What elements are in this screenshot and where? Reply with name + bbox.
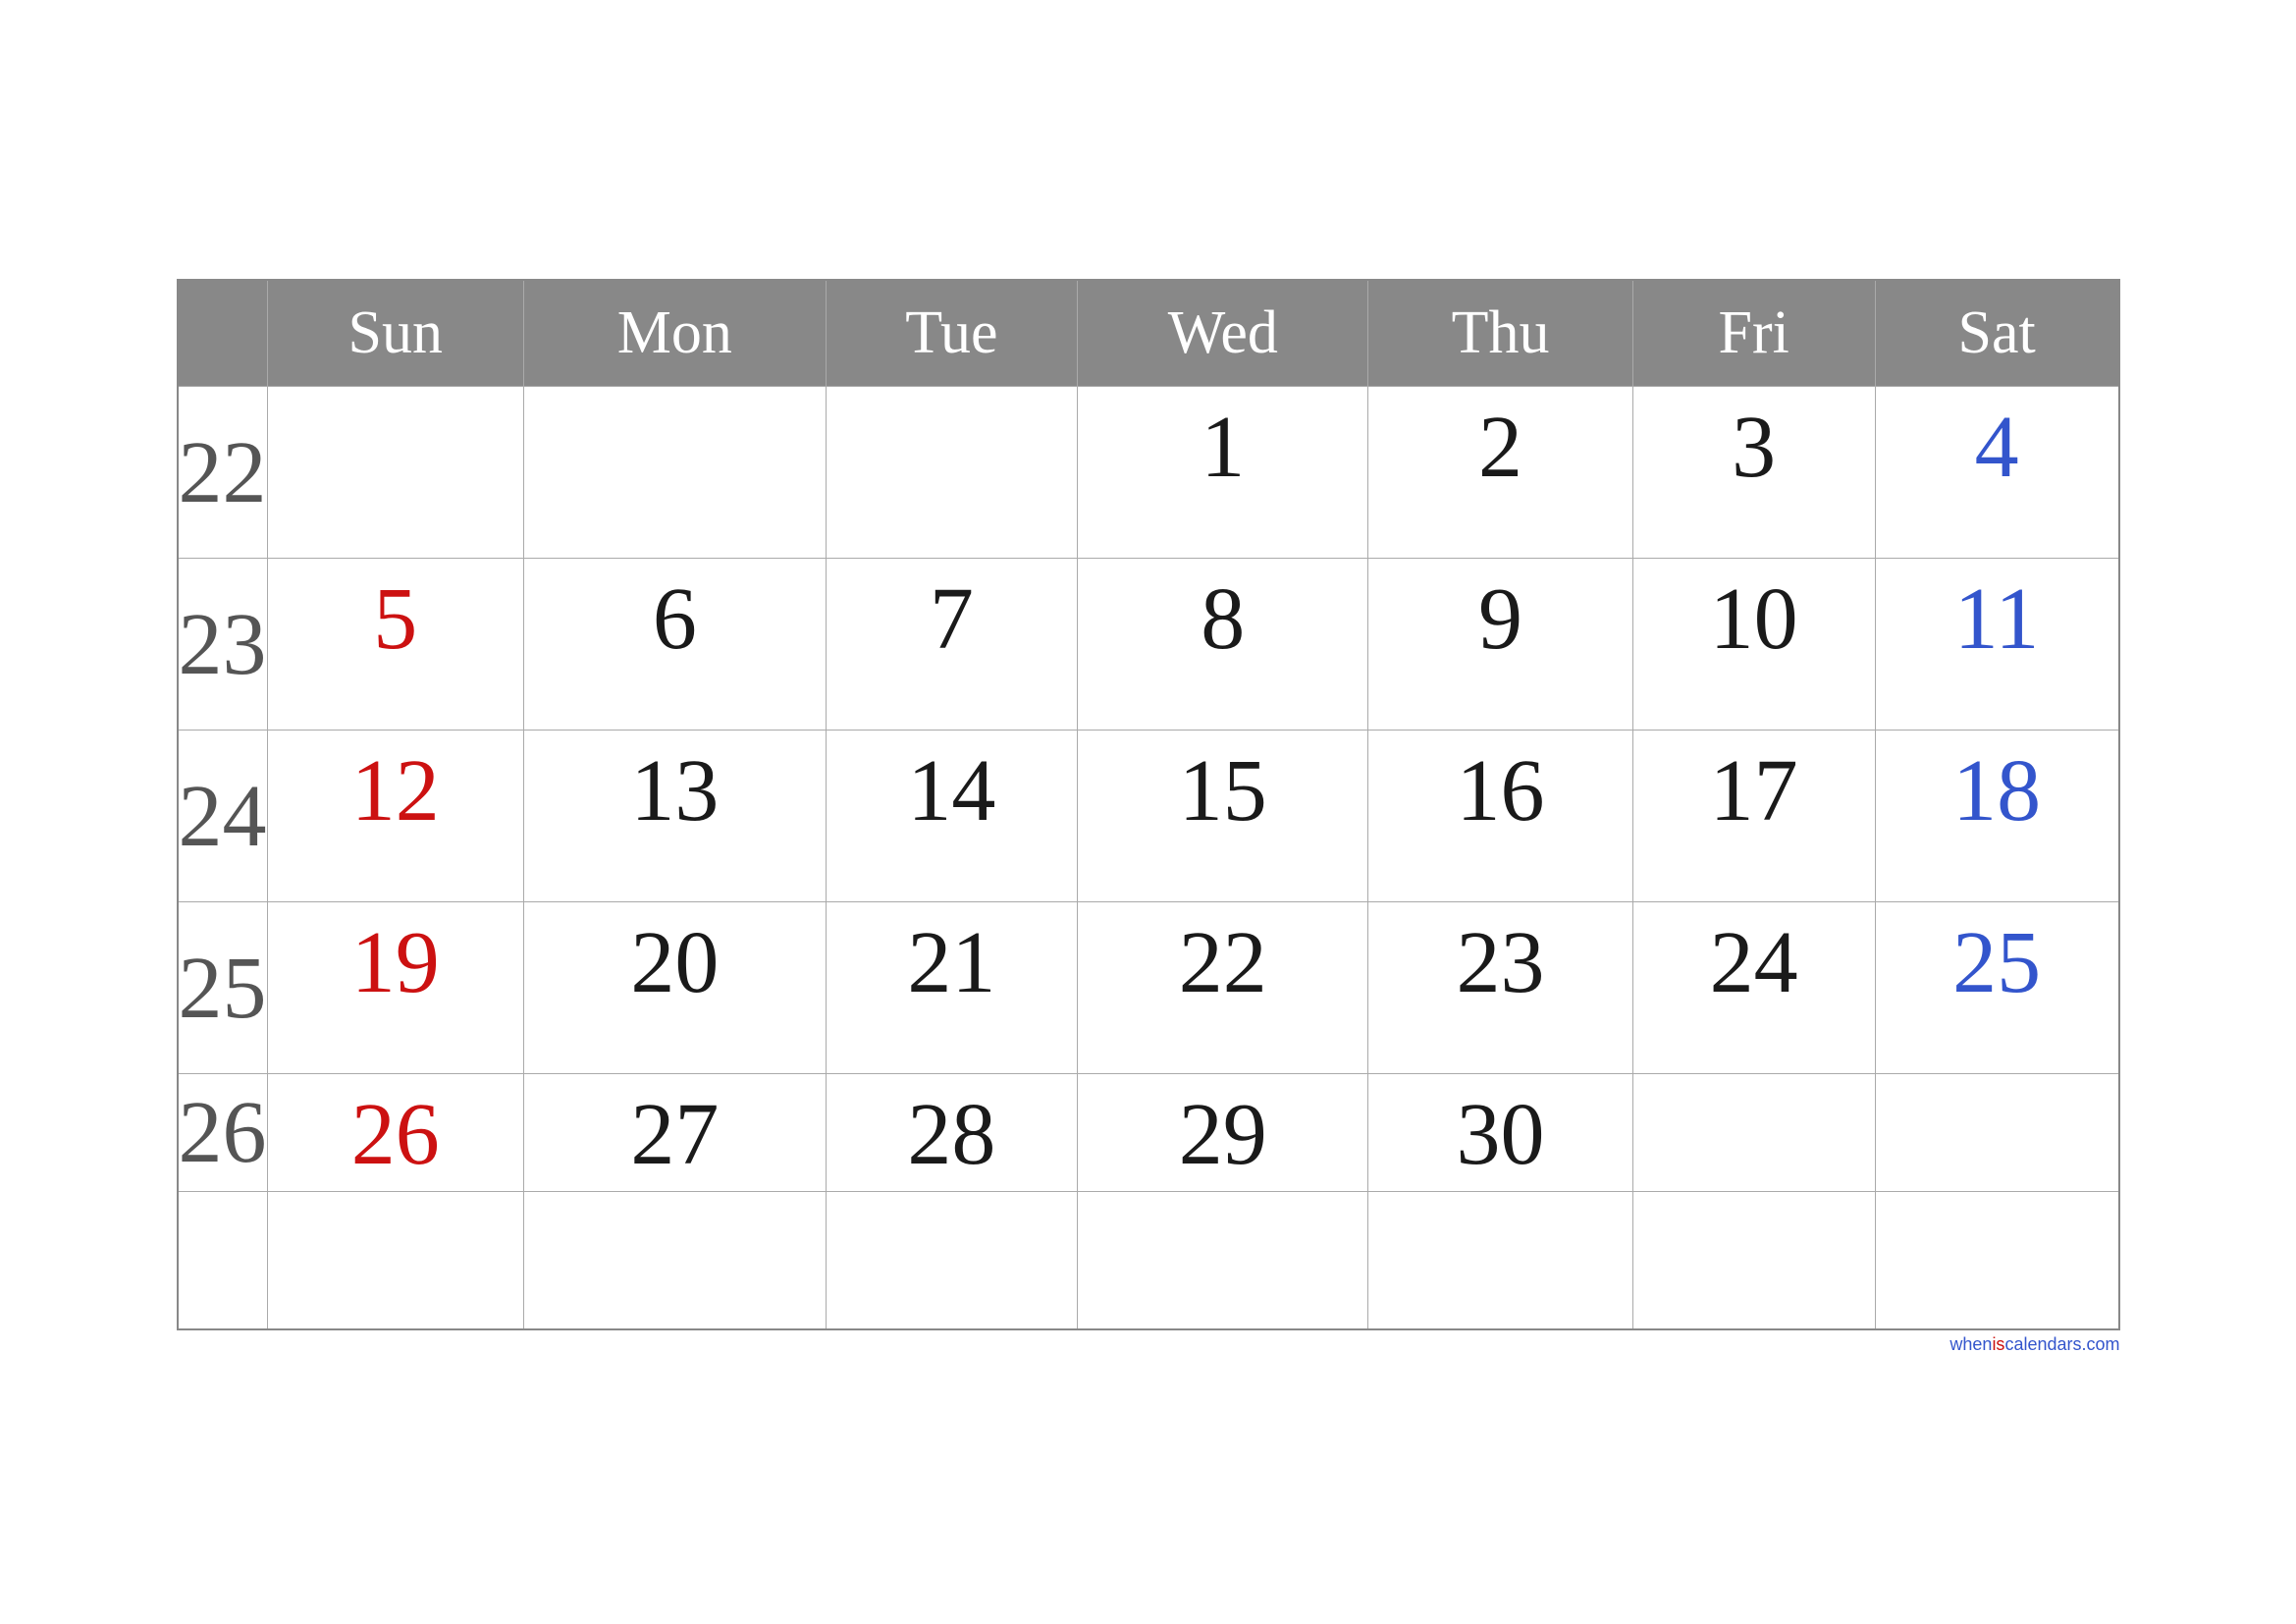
header-sun: Sun (267, 280, 524, 387)
empty-row (178, 1192, 2119, 1329)
day-cell: 8 (1078, 559, 1368, 731)
day-cell: 26 (267, 1074, 524, 1192)
day-cell: 23 (1368, 902, 1632, 1074)
empty-cell (826, 1192, 1078, 1329)
week-row: 22 1234 (178, 387, 2119, 559)
calendar-body: 2212342356789101124121314151617182519202… (178, 387, 2119, 1329)
week-number: 24 (178, 731, 268, 902)
week-number: 23 (178, 559, 268, 731)
header-tue: Tue (826, 280, 1078, 387)
week-number: 22 (178, 387, 268, 559)
header-mon: Mon (524, 280, 827, 387)
week-number: 26 (178, 1074, 268, 1192)
header-wed: Wed (1078, 280, 1368, 387)
day-cell: 5 (267, 559, 524, 731)
header-no (178, 280, 268, 387)
week-number: 25 (178, 902, 268, 1074)
day-cell: 30 (1368, 1074, 1632, 1192)
header-thu: Thu (1368, 280, 1632, 387)
day-cell: 27 (524, 1074, 827, 1192)
week-row: 262627282930 (178, 1074, 2119, 1192)
week-row: 23567891011 (178, 559, 2119, 731)
watermark: wheniscalendars.com (177, 1334, 2120, 1355)
empty-cell (1632, 1192, 1875, 1329)
day-cell: 16 (1368, 731, 1632, 902)
header-sat: Sat (1875, 280, 2118, 387)
day-cell: 18 (1875, 731, 2118, 902)
day-cell: 9 (1368, 559, 1632, 731)
header-row: Sun Mon Tue Wed Thu Fri Sat (178, 280, 2119, 387)
empty-cell (1078, 1192, 1368, 1329)
day-cell: 7 (826, 559, 1078, 731)
day-cell: 13 (524, 731, 827, 902)
day-cell: 19 (267, 902, 524, 1074)
day-cell: 24 (1632, 902, 1875, 1074)
day-cell: 28 (826, 1074, 1078, 1192)
watermark-highlight: is (1992, 1334, 2004, 1354)
empty-cell (1368, 1192, 1632, 1329)
day-cell: 17 (1632, 731, 1875, 902)
calendar-container: Sun Mon Tue Wed Thu Fri Sat 221234235678… (118, 210, 2179, 1414)
calendar-table: Sun Mon Tue Wed Thu Fri Sat 221234235678… (177, 279, 2120, 1330)
empty-cell (178, 1192, 268, 1329)
day-cell: 22 (1078, 902, 1368, 1074)
empty-cell (524, 1192, 827, 1329)
week-row: 2412131415161718 (178, 731, 2119, 902)
empty-cell (267, 1192, 524, 1329)
day-cell: 3 (1632, 387, 1875, 559)
day-cell: 1 (1078, 387, 1368, 559)
day-cell: 10 (1632, 559, 1875, 731)
day-cell: 6 (524, 559, 827, 731)
day-cell: 14 (826, 731, 1078, 902)
day-cell (826, 387, 1078, 559)
day-cell: 25 (1875, 902, 2118, 1074)
day-cell (524, 387, 827, 559)
empty-cell (1875, 1192, 2118, 1329)
day-cell: 21 (826, 902, 1078, 1074)
day-cell: 11 (1875, 559, 2118, 731)
day-cell: 2 (1368, 387, 1632, 559)
week-row: 2519202122232425 (178, 902, 2119, 1074)
day-cell (267, 387, 524, 559)
day-cell: 12 (267, 731, 524, 902)
day-cell: 20 (524, 902, 827, 1074)
day-cell: 4 (1875, 387, 2118, 559)
day-cell: 29 (1078, 1074, 1368, 1192)
header-fri: Fri (1632, 280, 1875, 387)
day-cell (1875, 1074, 2118, 1192)
day-cell (1632, 1074, 1875, 1192)
day-cell: 15 (1078, 731, 1368, 902)
